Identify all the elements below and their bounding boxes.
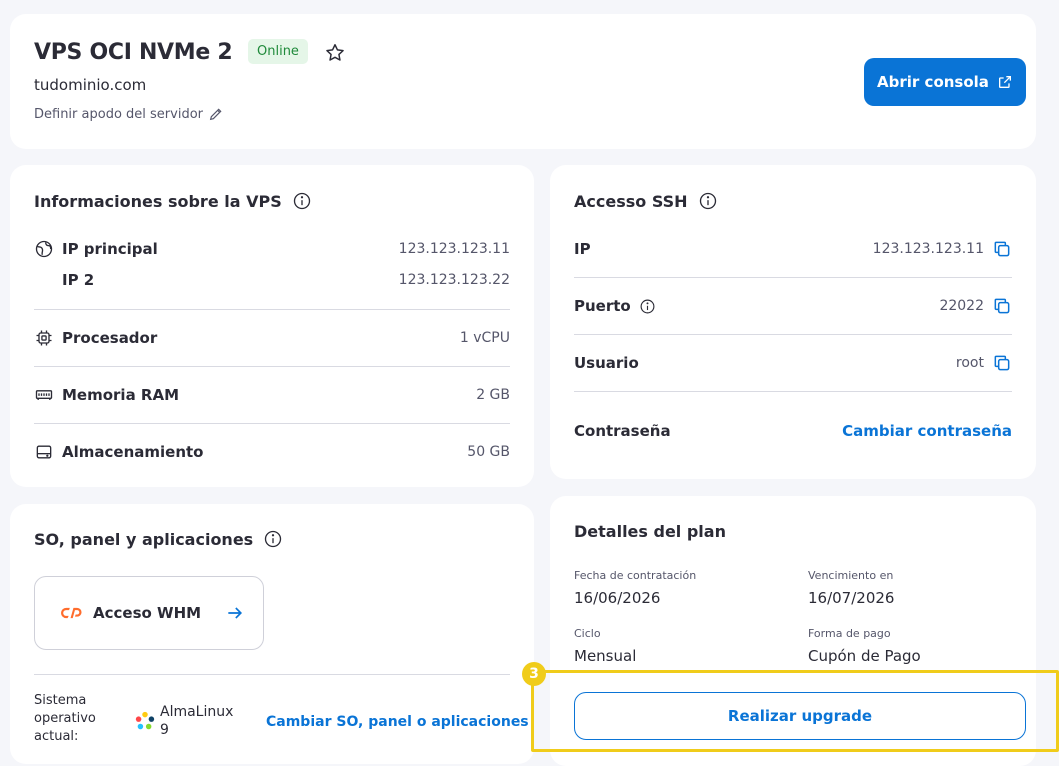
- ssh-user-value: root: [955, 355, 984, 371]
- ssh-ip-row: IP 123.123.123.11: [574, 239, 1012, 259]
- pencil-icon: [209, 108, 222, 121]
- ssh-title: Accesso SSH: [574, 191, 718, 211]
- payment-label: Forma de pago: [808, 627, 891, 640]
- divider: [34, 674, 510, 675]
- info-icon[interactable]: [263, 529, 283, 549]
- change-password-link[interactable]: Cambiar contraseña: [842, 422, 1012, 440]
- cpanel-logo-icon: [61, 607, 82, 619]
- contract-date-label: Fecha de contratación: [574, 569, 697, 582]
- open-console-label: Abrir consola: [877, 73, 989, 91]
- cpu-value: 1 vCPU: [459, 330, 510, 346]
- ssh-ip-label: IP: [574, 240, 591, 258]
- ssh-port-label: Puerto: [574, 297, 631, 315]
- divider: [574, 391, 1012, 392]
- hard-drive-icon: [36, 445, 52, 459]
- cpu-label: Procesador: [62, 329, 158, 347]
- os-value: AlmaLinux 9: [160, 704, 234, 738]
- whm-label: Acceso WHM: [93, 604, 202, 622]
- external-link-icon: [998, 76, 1011, 88]
- set-nickname-link[interactable]: Definir apodo del servidor: [34, 106, 224, 122]
- status-badge: Online: [248, 39, 308, 64]
- copy-icon[interactable]: [992, 296, 1012, 316]
- cpu-row: Procesador 1 vCPU: [34, 328, 510, 348]
- divider: [574, 277, 1012, 278]
- os-panel-apps-card: SO, panel y aplicaciones Acceso WHM Sist…: [10, 504, 534, 764]
- server-header-card: VPS OCI NVMe 2 Online tudominio.com Defi…: [10, 14, 1036, 149]
- cycle-value: Mensual: [574, 647, 637, 665]
- ssh-title-text: Accesso SSH: [574, 191, 688, 211]
- memory-icon: [35, 390, 53, 400]
- copy-icon[interactable]: [992, 239, 1012, 259]
- os-label: Sistema operativo actual:: [34, 693, 96, 744]
- whm-access-button[interactable]: Acceso WHM: [34, 576, 264, 650]
- divider: [34, 309, 510, 310]
- ip2-label: IP 2: [62, 271, 95, 289]
- ssh-password-row: Contraseña Cambiar contraseña: [574, 422, 1012, 440]
- ssh-port-value: 22022: [939, 298, 984, 314]
- vps-info-title-text: Informaciones sobre la VPS: [34, 191, 282, 211]
- storage-label: Almacenamiento: [62, 443, 204, 461]
- ssh-ip-value: 123.123.123.11: [872, 241, 984, 257]
- cpu-icon: [36, 330, 52, 346]
- ram-row: Memoria RAM 2 GB: [34, 385, 510, 405]
- ip-main-row: IP principal 123.123.123.11: [34, 239, 510, 259]
- cycle-label: Ciclo: [574, 627, 601, 640]
- change-os-link[interactable]: Cambiar SO, panel o aplicaciones: [266, 714, 529, 730]
- ip-main-label: IP principal: [62, 240, 158, 258]
- expiry-value: 16/07/2026: [808, 589, 895, 607]
- ip2-value: 123.123.123.22: [398, 272, 510, 288]
- ram-label: Memoria RAM: [62, 386, 180, 404]
- info-icon[interactable]: [639, 298, 656, 315]
- plan-title: Detalles del plan: [574, 522, 726, 541]
- open-console-button[interactable]: Abrir consola: [864, 58, 1026, 106]
- so-title-text: SO, panel y aplicaciones: [34, 529, 254, 549]
- copy-icon[interactable]: [992, 353, 1012, 373]
- vps-info-title: Informaciones sobre la VPS: [34, 191, 312, 211]
- ram-value: 2 GB: [476, 387, 510, 403]
- divider: [34, 423, 510, 424]
- contract-date-value: 16/06/2026: [574, 589, 661, 607]
- arrow-right-icon: [228, 607, 243, 619]
- divider: [34, 366, 510, 367]
- ssh-user-label: Usuario: [574, 354, 639, 372]
- so-title: SO, panel y aplicaciones: [34, 529, 283, 549]
- ip2-row: IP 2 123.123.123.22: [34, 271, 510, 289]
- info-icon[interactable]: [698, 191, 718, 211]
- server-domain: tudominio.com: [34, 76, 147, 94]
- globe-icon: [35, 240, 53, 258]
- nickname-label: Definir apodo del servidor: [34, 106, 203, 122]
- storage-row: Almacenamiento 50 GB: [34, 442, 510, 462]
- ssh-port-row: Puerto 22022: [574, 296, 1012, 316]
- info-icon[interactable]: [292, 191, 312, 211]
- ssh-user-row: Usuario root: [574, 353, 1012, 373]
- star-icon[interactable]: [324, 42, 346, 64]
- ssh-access-card: Accesso SSH IP 123.123.123.11 Puerto 220…: [550, 165, 1036, 479]
- divider: [574, 334, 1012, 335]
- payment-value: Cupón de Pago: [808, 647, 921, 665]
- ssh-password-label: Contraseña: [574, 422, 671, 440]
- almalinux-logo-icon: [135, 711, 155, 730]
- expiry-label: Vencimiento en: [808, 569, 894, 582]
- server-title: VPS OCI NVMe 2: [34, 40, 233, 65]
- storage-value: 50 GB: [467, 444, 510, 460]
- ip-main-value: 123.123.123.11: [398, 241, 510, 257]
- tutorial-highlight: [531, 670, 1059, 752]
- tutorial-step-badge: 3: [522, 662, 546, 686]
- vps-info-card: Informaciones sobre la VPS IP principal …: [10, 165, 534, 487]
